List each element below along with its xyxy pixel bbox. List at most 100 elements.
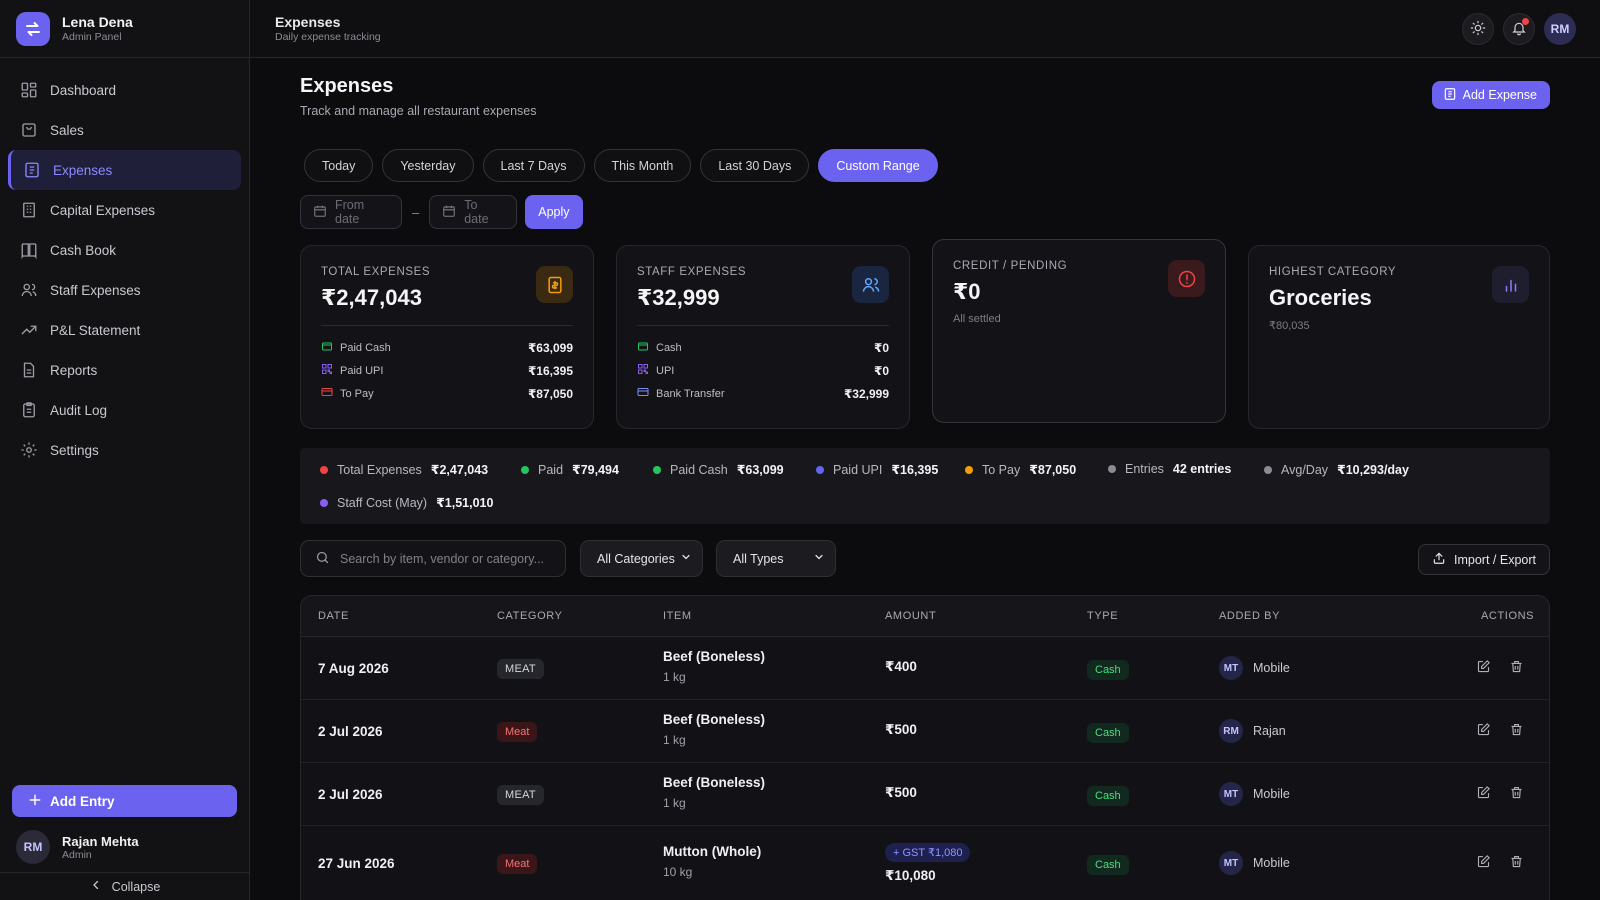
to-date-placeholder: To date xyxy=(464,198,489,226)
summary-label: Paid UPI xyxy=(833,462,883,477)
category-select[interactable]: All Categories xyxy=(580,540,703,577)
added-by-name: Mobile xyxy=(1253,661,1290,675)
trash-icon[interactable] xyxy=(1509,722,1524,740)
table-row[interactable]: 2 Jul 2026 Meat Beef (Boneless) 1 kg ₹50… xyxy=(301,700,1549,763)
theme-toggle-button[interactable] xyxy=(1462,13,1494,45)
add-entry-button[interactable]: Add Entry xyxy=(12,785,237,817)
swap-arrows-icon[interactable] xyxy=(16,11,50,46)
add-expense-label: Add Expense xyxy=(1462,88,1537,102)
filter-today[interactable]: Today xyxy=(304,149,374,182)
sidebar-item-settings[interactable]: Settings xyxy=(8,430,241,470)
trash-icon[interactable] xyxy=(1509,659,1524,677)
sidebar-item-label: Settings xyxy=(50,442,99,458)
sidebar-item-label: Sales xyxy=(50,122,84,138)
gear-icon xyxy=(20,441,38,459)
avatar: MT xyxy=(1219,851,1243,875)
table-row[interactable]: 27 Jun 2026 Meat Mutton (Whole) 10 kg + … xyxy=(301,826,1549,900)
import-export-button[interactable]: Import / Export xyxy=(1418,544,1550,575)
row-value: ₹0 xyxy=(873,363,889,378)
gst-badge: + GST ₹1,080 xyxy=(885,843,971,862)
search-input[interactable]: Search by item, vendor or category... xyxy=(300,540,566,577)
summary-value: ₹1,51,010 xyxy=(436,496,494,510)
column-header-amount[interactable]: AMOUNT xyxy=(885,610,936,622)
calendar-icon xyxy=(442,204,456,221)
apply-button[interactable]: Apply xyxy=(525,195,583,229)
category-badge: Meat xyxy=(497,854,538,874)
wallet-icon xyxy=(637,340,649,355)
profile-role: Admin xyxy=(62,848,92,861)
avatar[interactable]: RM xyxy=(1544,13,1576,45)
filter-custom-range[interactable]: Custom Range xyxy=(818,149,938,182)
sidebar-item-staff-expenses[interactable]: Staff Expenses xyxy=(8,270,241,310)
trash-icon[interactable] xyxy=(1509,785,1524,803)
sidebar-item-label: P&L Statement xyxy=(50,322,141,338)
sidebar-item-label: Expenses xyxy=(53,162,113,178)
trash-icon[interactable] xyxy=(1509,854,1524,872)
credit-pending-card[interactable]: CREDIT / PENDING ₹0 All settled xyxy=(932,239,1226,423)
add-expense-button[interactable]: Add Expense xyxy=(1431,81,1550,109)
sidebar-item-dashboard[interactable]: Dashboard xyxy=(8,70,241,110)
qr-code-icon xyxy=(321,363,333,378)
filter-last-7-days[interactable]: Last 7 Days xyxy=(482,149,585,182)
row-label: Paid UPI xyxy=(340,364,384,377)
row-label: Bank Transfer xyxy=(656,387,725,400)
notifications-button[interactable] xyxy=(1503,13,1535,45)
table-header: DATE CATEGORY ITEM AMOUNT TYPE ADDED BY … xyxy=(301,596,1549,637)
chevron-left-icon xyxy=(90,879,102,894)
summary-staff-cost: Staff Cost (May) ₹1,51,010 xyxy=(320,495,493,510)
user-profile[interactable]: RM Rajan Mehta Admin xyxy=(16,830,139,864)
wallet-icon xyxy=(321,340,333,355)
status-dot xyxy=(653,465,661,474)
calendar-icon xyxy=(313,204,327,221)
summary-label: Entries xyxy=(1125,462,1164,476)
summary-label: Paid xyxy=(538,462,564,477)
from-date-placeholder: From date xyxy=(335,198,365,226)
sidebar-item-reports[interactable]: Reports xyxy=(8,350,241,390)
sidebar-item-sales[interactable]: Sales xyxy=(8,110,241,150)
table-row[interactable]: 2 Jul 2026 MEAT Beef (Boneless) 1 kg ₹50… xyxy=(301,763,1549,826)
column-header-date[interactable]: DATE xyxy=(318,610,349,622)
summary-label: To Pay xyxy=(982,462,1021,477)
brand-name: Lena Dena xyxy=(62,14,133,30)
column-header-added-by[interactable]: ADDED BY xyxy=(1219,610,1280,622)
divider xyxy=(321,325,573,326)
chevron-down-icon xyxy=(680,551,692,566)
sidebar-item-expenses[interactable]: Expenses xyxy=(8,150,241,190)
total-expenses-card: TOTAL EXPENSES ₹2,47,043 Paid Cash ₹63,0… xyxy=(300,245,594,429)
sun-icon xyxy=(1470,20,1486,39)
table-row[interactable]: 7 Aug 2026 MEAT Beef (Boneless) 1 kg ₹40… xyxy=(301,637,1549,700)
row-actions xyxy=(1476,722,1524,740)
filter-last-30-days[interactable]: Last 30 Days xyxy=(700,149,810,182)
row-label: To Pay xyxy=(340,387,374,400)
summary-strip: Total Expenses ₹2,47,043 Paid ₹79,494 Pa… xyxy=(300,448,1550,524)
credit-card-icon xyxy=(321,386,333,401)
sidebar-item-pl-statement[interactable]: P&L Statement xyxy=(8,310,241,350)
from-date-field[interactable]: From date xyxy=(300,195,402,229)
to-date-field[interactable]: To date xyxy=(429,195,518,229)
type-select[interactable]: All Types xyxy=(716,540,836,577)
plus-icon xyxy=(28,793,42,810)
column-header-actions: ACTIONS xyxy=(1481,610,1535,622)
edit-icon[interactable] xyxy=(1476,854,1491,872)
filter-yesterday[interactable]: Yesterday xyxy=(382,149,474,182)
sidebar-item-audit-log[interactable]: Audit Log xyxy=(8,390,241,430)
type-badge: Cash xyxy=(1087,660,1129,680)
item-name: Beef (Boneless) xyxy=(663,712,766,727)
column-header-type[interactable]: TYPE xyxy=(1087,610,1118,622)
sidebar-item-cash-book[interactable]: Cash Book xyxy=(8,230,241,270)
summary-value: 42 entries xyxy=(1172,462,1232,476)
sidebar-item-capital-expenses[interactable]: Capital Expenses xyxy=(8,190,241,230)
edit-icon[interactable] xyxy=(1476,785,1491,803)
custom-date-range: From date – To date Apply xyxy=(300,195,583,229)
page-title: Expenses xyxy=(300,75,394,97)
row-actions xyxy=(1476,854,1524,872)
column-header-item[interactable]: ITEM xyxy=(663,610,692,622)
edit-icon[interactable] xyxy=(1476,659,1491,677)
date-filter-chips: Today Yesterday Last 7 Days This Month L… xyxy=(304,149,938,182)
filter-this-month[interactable]: This Month xyxy=(593,149,692,182)
column-header-category[interactable]: CATEGORY xyxy=(497,610,563,622)
row-value: ₹0 xyxy=(873,340,889,355)
item-quantity: 10 kg xyxy=(663,865,693,879)
edit-icon[interactable] xyxy=(1476,722,1491,740)
collapse-button[interactable]: Collapse xyxy=(0,872,250,900)
